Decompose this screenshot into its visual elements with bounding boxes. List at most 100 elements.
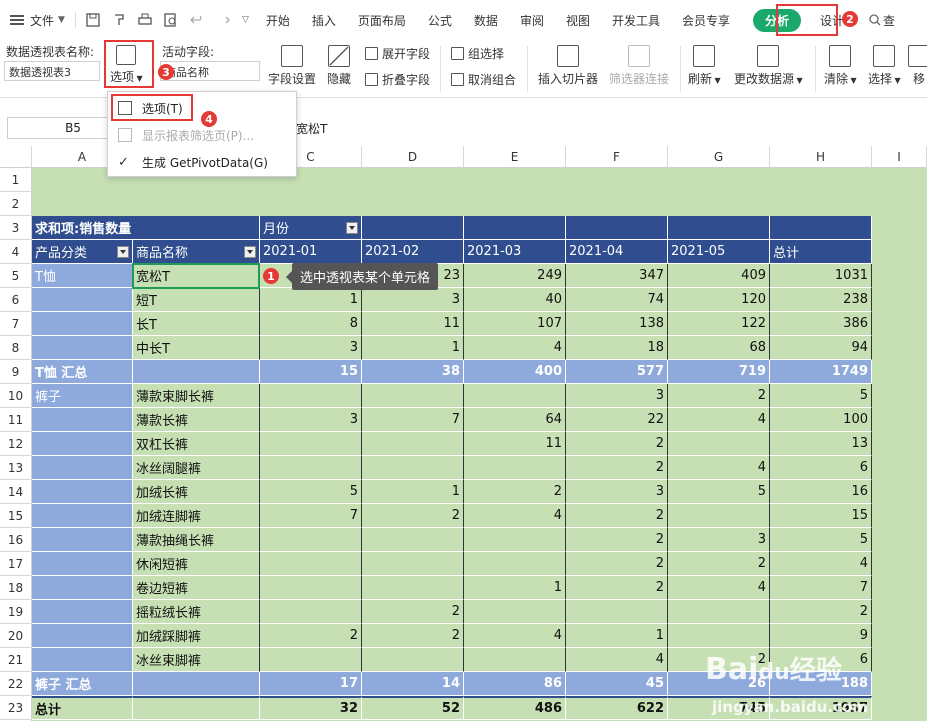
category-header-label: 产品分类	[35, 246, 88, 261]
value-cell: 107	[464, 312, 566, 336]
month-filter-dropdown-icon[interactable]	[346, 221, 358, 234]
select-button[interactable]: 选择 ▼	[868, 45, 901, 87]
row-header-17[interactable]: 17	[0, 552, 32, 576]
category-filter-dropdown-icon[interactable]	[117, 245, 129, 258]
tab-home[interactable]: 开始	[255, 12, 301, 29]
filter-connections-label: 筛选器连接	[609, 72, 670, 86]
row-header-23[interactable]: 23	[0, 696, 32, 720]
row-header-5[interactable]: 5	[0, 264, 32, 288]
value-cell	[362, 432, 464, 456]
row-header-18[interactable]: 18	[0, 576, 32, 600]
row-header-19[interactable]: 19	[0, 600, 32, 624]
row-header-6[interactable]: 6	[0, 288, 32, 312]
hide-button[interactable]: 隐藏	[327, 45, 351, 87]
column-header-h[interactable]: H	[770, 146, 872, 168]
value-cell: 4	[464, 504, 566, 528]
column-header-e[interactable]: E	[464, 146, 566, 168]
grand-total-value: 486	[464, 696, 566, 720]
file-menu[interactable]: 文件	[30, 12, 58, 29]
change-source-label: 更改数据源	[734, 72, 795, 86]
row-total-cell: 238	[770, 288, 872, 312]
clear-button[interactable]: 清除 ▼	[824, 45, 857, 87]
product-name-cell: 双杠长裤	[133, 432, 260, 456]
active-field-input[interactable]: 商品名称	[160, 61, 260, 81]
row-header-12[interactable]: 12	[0, 432, 32, 456]
tab-review[interactable]: 审阅	[509, 12, 555, 29]
row-header-3[interactable]: 3	[0, 216, 32, 240]
insert-slicer-button[interactable]: 插入切片器	[538, 45, 598, 87]
search-icon[interactable]	[869, 14, 881, 26]
step-badge-1: 1	[263, 268, 279, 284]
row-header-13[interactable]: 13	[0, 456, 32, 480]
print-preview-icon[interactable]	[164, 13, 178, 27]
pivot-name-field[interactable]: 数据透视表3	[4, 61, 100, 81]
ungroup-icon	[451, 73, 464, 86]
row-header-15[interactable]: 15	[0, 504, 32, 528]
row-header-22[interactable]: 22	[0, 672, 32, 696]
value-cell	[260, 648, 362, 672]
filter-connections-button[interactable]: 筛选器连接	[609, 45, 669, 87]
menu-item-show-report-filter[interactable]: 显示报表筛选页(P)...	[108, 122, 296, 148]
save-icon[interactable]	[86, 13, 100, 27]
format-painter-icon[interactable]	[112, 13, 126, 27]
name-filter-dropdown-icon[interactable]	[244, 245, 256, 258]
row-header-4[interactable]: 4	[0, 240, 32, 264]
row-header-9[interactable]: 9	[0, 360, 32, 384]
row-header-14[interactable]: 14	[0, 480, 32, 504]
value-cell	[464, 456, 566, 480]
tab-formulas[interactable]: 公式	[417, 12, 463, 29]
category-label	[32, 336, 133, 360]
pivot-name-label: 数据透视表名称:	[6, 45, 95, 59]
quick-access-dropdown-icon[interactable]: ▽	[242, 15, 249, 25]
undo-icon[interactable]	[190, 13, 204, 27]
column-header-i[interactable]: I	[872, 146, 927, 168]
collapse-label: 折叠字段	[382, 73, 431, 87]
hamburger-icon[interactable]	[10, 15, 24, 25]
header-blank	[566, 216, 668, 240]
tab-insert[interactable]: 插入	[301, 12, 347, 29]
product-name-cell: 休闲短裤	[133, 552, 260, 576]
ungroup-button[interactable]: 取消组合	[451, 71, 516, 88]
selected-cell-b5[interactable]	[132, 263, 260, 289]
row-header-1[interactable]: 1	[0, 168, 32, 192]
value-cell	[668, 600, 770, 624]
row-header-20[interactable]: 20	[0, 624, 32, 648]
row-header-11[interactable]: 11	[0, 408, 32, 432]
column-header-g[interactable]: G	[668, 146, 770, 168]
group-select-button[interactable]: 组选择	[451, 45, 504, 62]
expand-field-button[interactable]: 展开字段	[365, 45, 430, 62]
refresh-button[interactable]: 刷新 ▼	[688, 45, 721, 87]
filter-connections-icon	[628, 45, 650, 67]
row-header-16[interactable]: 16	[0, 528, 32, 552]
redo-icon[interactable]	[216, 13, 230, 27]
tab-view[interactable]: 视图	[555, 12, 601, 29]
field-settings-button[interactable]: 字段设置	[268, 45, 316, 87]
column-header-f[interactable]: F	[566, 146, 668, 168]
tab-developer[interactable]: 开发工具	[601, 12, 671, 29]
column-header-d[interactable]: D	[362, 146, 464, 168]
select-all-corner[interactable]	[0, 146, 32, 168]
collapse-field-button[interactable]: 折叠字段	[365, 71, 430, 88]
row-header-8[interactable]: 8	[0, 336, 32, 360]
checkmark-icon: ✓	[118, 154, 129, 170]
row-header-10[interactable]: 10	[0, 384, 32, 408]
row-header-7[interactable]: 7	[0, 312, 32, 336]
move-button[interactable]: 移	[908, 45, 927, 87]
menu-item-generate-getpivotdata[interactable]: ✓ 生成 GetPivotData(G)	[108, 149, 296, 175]
tab-data[interactable]: 数据	[463, 12, 509, 29]
chevron-down-icon[interactable]: ▼	[58, 15, 65, 25]
value-cell	[260, 552, 362, 576]
watermark-url: jingyan.baidu.com	[712, 698, 868, 716]
tab-page-layout[interactable]: 页面布局	[347, 12, 417, 29]
value-cell: 22	[566, 408, 668, 432]
search-label[interactable]: 查	[881, 12, 897, 29]
row-header-21[interactable]: 21	[0, 648, 32, 672]
value-cell: 4	[668, 408, 770, 432]
change-source-button[interactable]: 更改数据源 ▼	[734, 45, 803, 87]
row-header-2[interactable]: 2	[0, 192, 32, 216]
tab-member[interactable]: 会员专享	[671, 12, 741, 29]
row-total-cell: 16	[770, 480, 872, 504]
formula-content[interactable]: 宽松T	[296, 120, 327, 137]
value-cell	[260, 384, 362, 408]
print-icon[interactable]	[138, 13, 152, 27]
